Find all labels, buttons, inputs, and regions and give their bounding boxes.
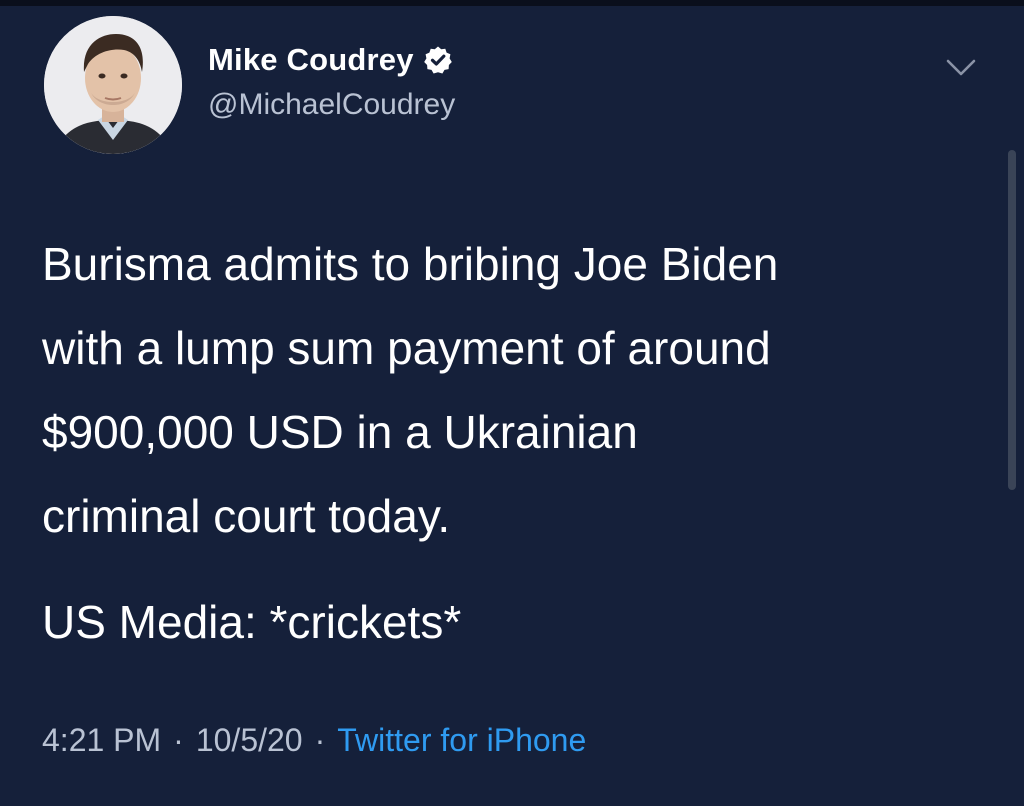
tweet-body: Burisma admits to bribing Joe Biden with…: [42, 222, 982, 648]
display-name-row: Mike Coudrey: [208, 40, 455, 80]
avatar-portrait: [44, 16, 182, 154]
tweet-source-link[interactable]: Twitter for iPhone: [337, 722, 586, 759]
avatar[interactable]: [42, 14, 184, 156]
handle[interactable]: @MichaelCoudrey: [208, 88, 455, 122]
top-edge-divider: [0, 0, 1024, 6]
tweet-time[interactable]: 4:21 PM: [42, 722, 161, 759]
tweet-header: Mike Coudrey @MichaelCoudrey: [42, 14, 1002, 156]
chevron-down-icon[interactable]: [944, 50, 978, 84]
meta-separator: ·: [314, 722, 326, 758]
tweet-text-paragraph: US Media: *crickets*: [42, 596, 462, 648]
tweet-meta: 4:21 PM · 10/5/20 · Twitter for iPhone: [42, 722, 586, 759]
scrollbar[interactable]: [1008, 150, 1016, 490]
tweet-text-paragraph: Burisma admits to bribing Joe Biden with…: [42, 238, 779, 542]
author-block: Mike Coudrey @MichaelCoudrey: [208, 40, 455, 122]
tweet-card: Mike Coudrey @MichaelCoudrey Burisma adm…: [0, 0, 1024, 806]
display-name[interactable]: Mike Coudrey: [208, 42, 414, 78]
tweet-date[interactable]: 10/5/20: [196, 722, 303, 759]
verified-badge-icon: [423, 45, 453, 75]
meta-separator: ·: [173, 722, 184, 758]
